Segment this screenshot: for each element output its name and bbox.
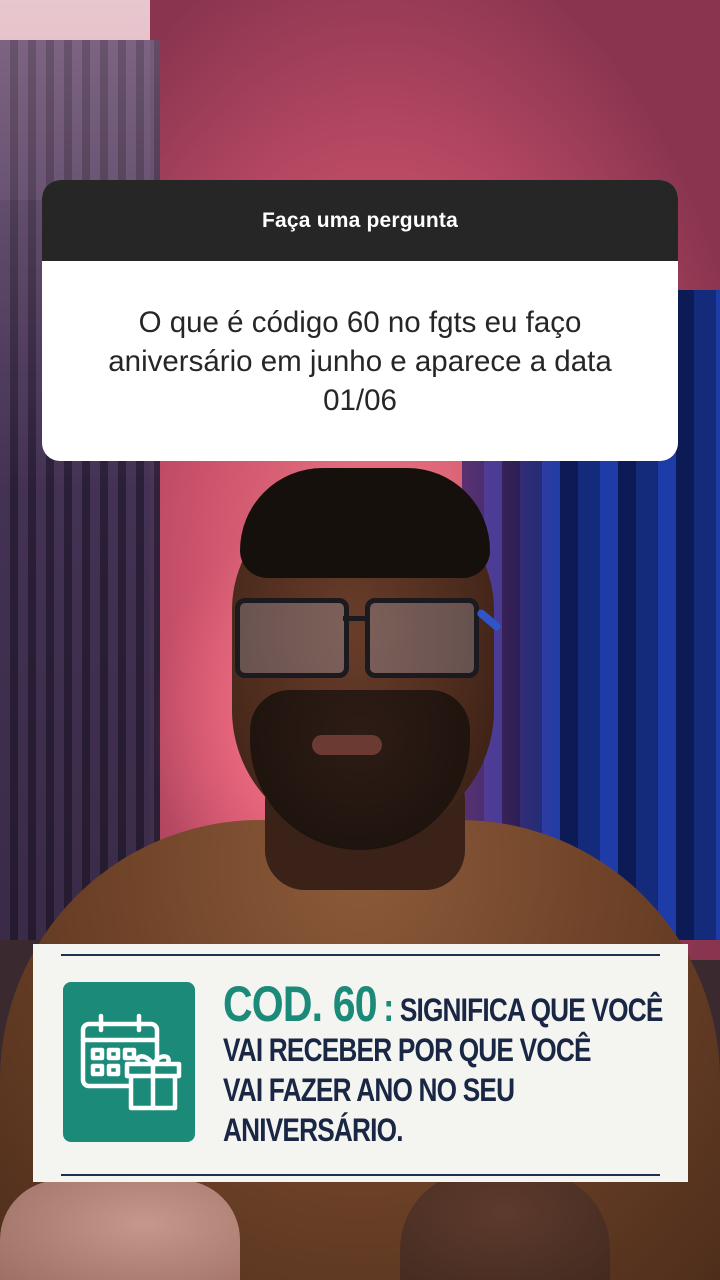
blurred-hand [0,1180,240,1280]
person-hair [240,468,490,578]
banner-line-3: VAI FAZER ANO NO SEU [223,1072,515,1108]
code-colon: : [383,986,394,1030]
calendar-gift-icon [63,982,195,1142]
banner-text: COD. 60 : SIGNIFICA QUE VOCÊ VAI RECEBER… [223,979,666,1150]
banner-top-rule [61,954,660,956]
banner-line-2: VAI RECEBER POR QUE VOCÊ [223,1032,591,1068]
banner-line-4: ANIVERSÁRIO. [223,1112,404,1148]
eyeglasses [225,598,503,678]
acoustic-panel [0,40,160,940]
blurred-hand-right [400,1170,610,1280]
question-sticker-body: O que é código 60 no fgts eu faço aniver… [42,261,678,461]
code-label: COD. 60 [223,976,378,1032]
banner-bottom-rule [61,1174,660,1176]
person-mouth [312,735,382,755]
banner-line-1-text: SIGNIFICA QUE VOCÊ [399,992,664,1028]
question-sticker[interactable]: Faça uma pergunta O que é código 60 no f… [42,180,678,461]
question-text: O que é código 60 no fgts eu faço aniver… [108,305,612,417]
info-banner: COD. 60 : SIGNIFICA QUE VOCÊ VAI RECEBER… [33,944,688,1182]
question-sticker-header: Faça uma pergunta [42,180,678,261]
banner-line-1: COD. 60 : SIGNIFICA QUE VOCÊ [223,979,666,1030]
